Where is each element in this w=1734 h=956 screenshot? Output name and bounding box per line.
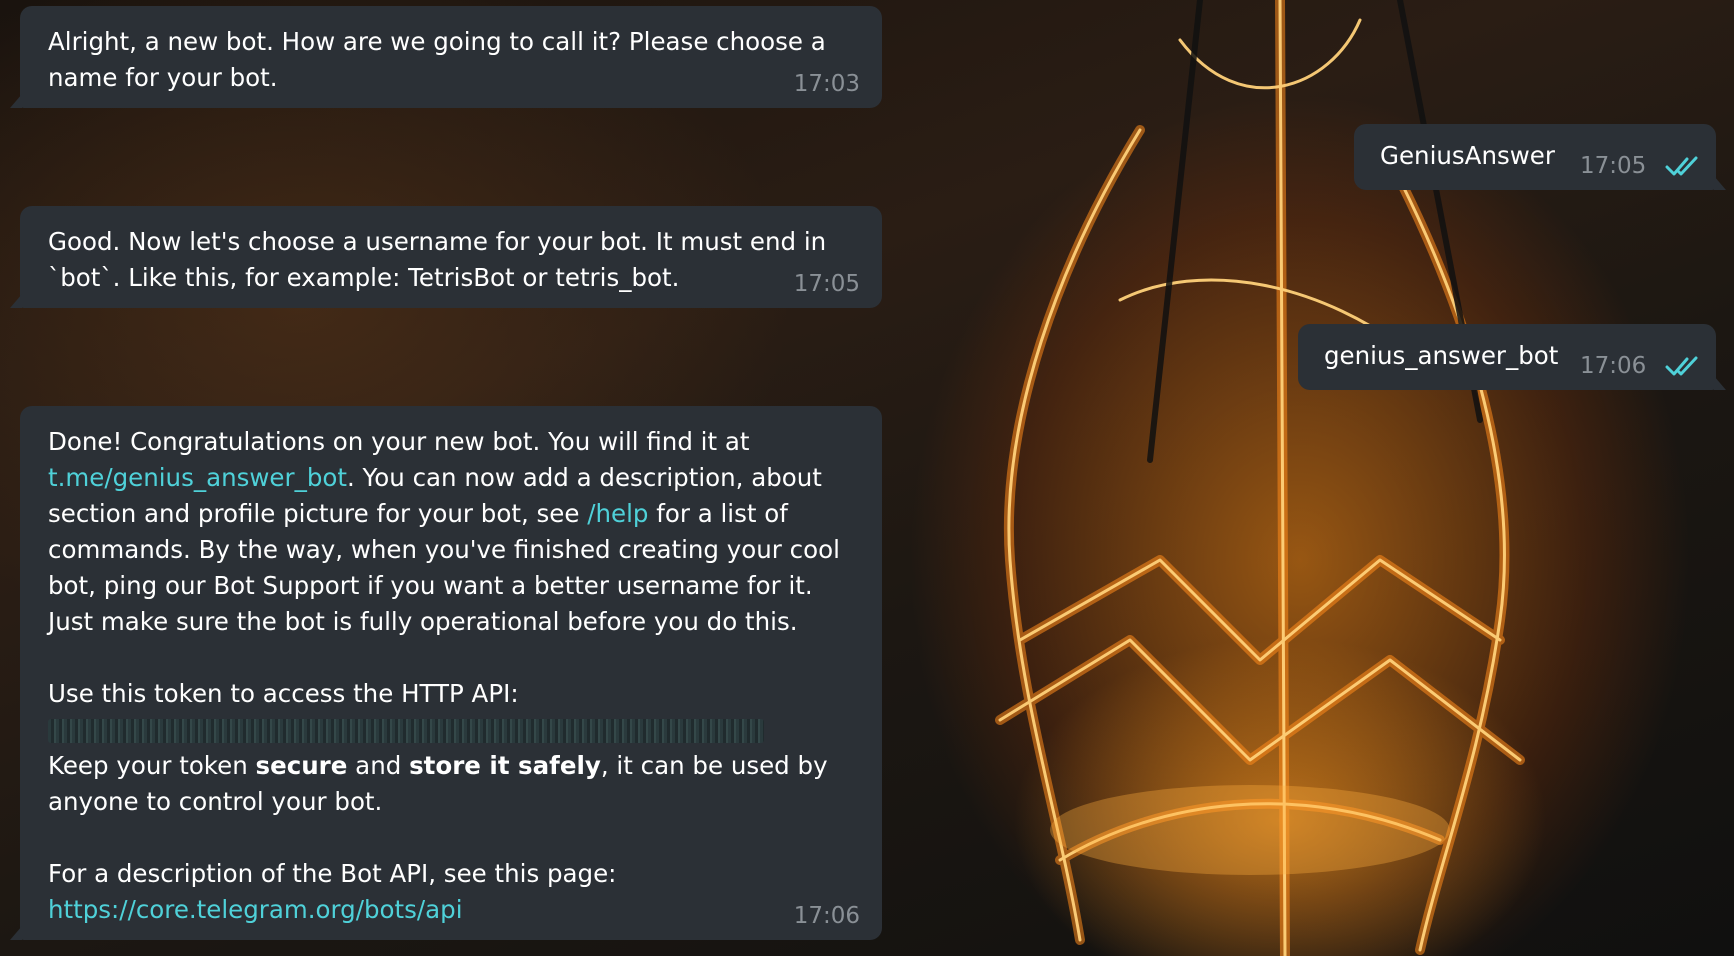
- message-text: For a description of the Bot API, see th…: [48, 859, 617, 888]
- bold-text: store it safely: [409, 751, 601, 780]
- message-text: Keep your token: [48, 751, 256, 780]
- message-time: 17:05: [1580, 153, 1647, 179]
- message-text: Good. Now let's choose a username for yo…: [48, 227, 827, 292]
- message-time: 17:03: [793, 71, 860, 97]
- message-time: 17:06: [793, 903, 860, 929]
- double-check-icon: [1665, 156, 1698, 176]
- outgoing-message: genius_answer_bot 17:06: [1298, 324, 1726, 390]
- message-paragraph: Use this token to access the HTTP API: K…: [48, 676, 854, 820]
- message-text: Done! Congratulations on your new bot. Y…: [48, 427, 750, 456]
- message-time: 17:06: [1580, 353, 1647, 379]
- message-text: genius_answer_bot: [1324, 341, 1559, 370]
- redacted-token: [48, 719, 764, 743]
- double-check-icon: [1665, 356, 1698, 376]
- bot-link[interactable]: t.me/genius_answer_bot: [48, 463, 347, 492]
- bold-text: secure: [255, 751, 348, 780]
- incoming-message: Good. Now let's choose a username for yo…: [10, 206, 882, 308]
- help-command-link[interactable]: /help: [587, 499, 648, 528]
- incoming-message: Alright, a new bot. How are we going to …: [10, 6, 882, 108]
- message-text: Use this token to access the HTTP API:: [48, 679, 519, 708]
- outgoing-message: GeniusAnswer 17:05: [1354, 124, 1726, 190]
- incoming-message: Done! Congratulations on your new bot. Y…: [10, 406, 882, 940]
- message-text: Alright, a new bot. How are we going to …: [48, 27, 826, 92]
- message-text: and: [347, 751, 410, 780]
- message-time: 17:05: [793, 271, 860, 297]
- message-paragraph: For a description of the Bot API, see th…: [48, 856, 854, 928]
- api-docs-link[interactable]: https://core.telegram.org/bots/api: [48, 895, 463, 924]
- message-paragraph: Done! Congratulations on your new bot. Y…: [48, 424, 854, 640]
